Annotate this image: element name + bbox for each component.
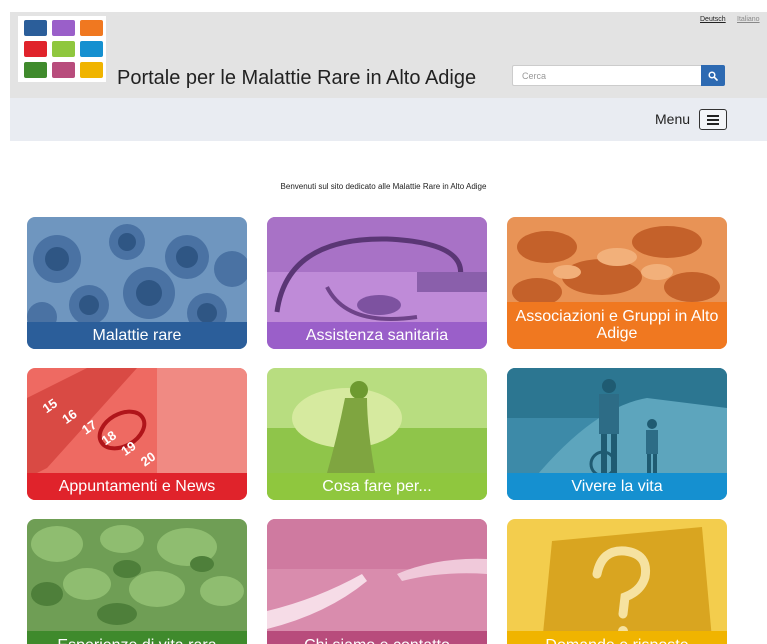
site-title[interactable]: Portale per le Malattie Rare in Alto Adi… bbox=[117, 67, 476, 90]
tile-label: Vivere la vita bbox=[507, 473, 727, 500]
tile-label: Chi siamo e contatto bbox=[267, 631, 487, 644]
menu-label[interactable]: Menu bbox=[655, 111, 690, 127]
site-header: Portale per le Malattie Rare in Alto Adi… bbox=[10, 12, 767, 98]
tile-associazioni-gruppi[interactable]: Associazioni e Gruppi in Alto Adige bbox=[507, 217, 727, 349]
search-form bbox=[512, 65, 725, 86]
logo-square bbox=[52, 41, 75, 57]
tile-domande-risposte[interactable]: Domande e risposte bbox=[507, 519, 727, 644]
pebbles-icon bbox=[27, 519, 247, 644]
site-logo[interactable] bbox=[18, 16, 106, 82]
search-input[interactable] bbox=[512, 65, 701, 86]
tile-label: Malattie rare bbox=[27, 322, 247, 349]
tile-label: Esperienze di vita rara bbox=[27, 631, 247, 644]
language-link-deutsch[interactable]: Deutsch bbox=[700, 16, 726, 23]
tile-label: Cosa fare per... bbox=[267, 473, 487, 500]
hamburger-icon bbox=[707, 115, 719, 117]
tile-label: Associazioni e Gruppi in Alto Adige bbox=[507, 302, 727, 349]
tile-label: Appuntamenti e News bbox=[27, 473, 247, 500]
question-mark-icon bbox=[507, 519, 727, 644]
welcome-text: Benvenuti sul sito dedicato alle Malatti… bbox=[280, 182, 487, 191]
tile-appuntamenti-news[interactable]: 15 16 17 18 19 20 Appuntamenti e News bbox=[27, 368, 247, 500]
reaching-hands-icon bbox=[267, 519, 487, 644]
logo-square bbox=[52, 62, 75, 78]
logo-square bbox=[24, 20, 47, 36]
search-button[interactable] bbox=[701, 65, 725, 86]
logo-square bbox=[80, 20, 103, 36]
hamburger-icon bbox=[707, 119, 719, 121]
tile-label: Domande e risposte bbox=[507, 631, 727, 644]
hamburger-icon bbox=[707, 123, 719, 125]
search-icon bbox=[708, 70, 718, 81]
logo-square bbox=[52, 20, 75, 36]
tile-malattie-rare[interactable]: Malattie rare bbox=[27, 217, 247, 349]
language-link-italiano[interactable]: Italiano bbox=[737, 16, 760, 23]
logo-square bbox=[80, 41, 103, 57]
tile-vivere-la-vita[interactable]: Vivere la vita bbox=[507, 368, 727, 500]
tile-label: Assistenza sanitaria bbox=[267, 322, 487, 349]
tile-esperienze-vita-rara[interactable]: Esperienze di vita rara bbox=[27, 519, 247, 644]
tile-assistenza-sanitaria[interactable]: Assistenza sanitaria bbox=[267, 217, 487, 349]
tile-chi-siamo-contatto[interactable]: Chi siamo e contatto bbox=[267, 519, 487, 644]
logo-square bbox=[24, 41, 47, 57]
logo-square bbox=[80, 62, 103, 78]
tile-cosa-fare-per[interactable]: Cosa fare per... bbox=[267, 368, 487, 500]
hamburger-menu-button[interactable] bbox=[699, 109, 727, 130]
logo-square bbox=[24, 62, 47, 78]
menu-bar: Menu bbox=[10, 98, 767, 141]
